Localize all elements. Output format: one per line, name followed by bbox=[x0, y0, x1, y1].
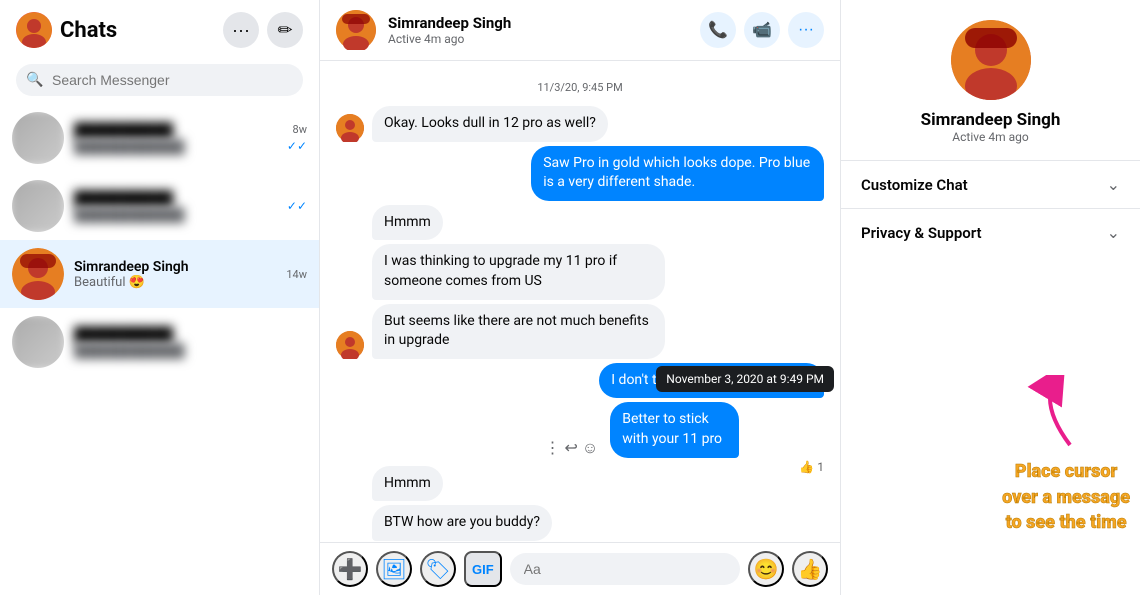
image-button[interactable]: 🖼 bbox=[376, 551, 412, 587]
message-tooltip: November 3, 2020 at 9:49 PM bbox=[656, 366, 834, 392]
reply-icon[interactable]: ↩ bbox=[565, 438, 578, 457]
privacy-support-label: Privacy & Support bbox=[861, 224, 982, 242]
compose-button[interactable]: ✏ bbox=[267, 12, 303, 48]
avatar bbox=[336, 114, 364, 142]
chat-item-name: ██████████ bbox=[74, 122, 277, 139]
message-row: Hmmm bbox=[336, 205, 824, 241]
message-row: But seems like there are not much benefi… bbox=[336, 304, 824, 359]
search-bar: 🔍 bbox=[16, 64, 303, 96]
list-item[interactable]: ██████████ ████████████ 8w ✓✓ bbox=[0, 104, 319, 172]
chevron-down-icon: ⌄ bbox=[1107, 175, 1120, 194]
video-call-button[interactable]: 📹 bbox=[744, 12, 780, 48]
message-bubble: Better to stick with your 11 pro bbox=[610, 402, 738, 457]
chat-item-meta: 14w bbox=[286, 268, 307, 281]
chat-item-name: Simrandeep Singh bbox=[74, 259, 276, 275]
react-icon[interactable]: ☺ bbox=[582, 438, 598, 458]
message-bubble: Hmmm bbox=[372, 466, 443, 502]
chat-item-info: ██████████ ████████████ bbox=[74, 326, 307, 359]
search-input[interactable] bbox=[16, 64, 303, 96]
message-row[interactable]: ⋮ ↩ ☺ November 3, 2020 at 9:49 PM Better… bbox=[336, 402, 824, 457]
chat-item-name: ██████████ bbox=[74, 190, 277, 207]
contact-status: Active 4m ago bbox=[388, 32, 688, 46]
chat-item-info: Simrandeep Singh Beautiful 😍 bbox=[74, 259, 276, 290]
message-input[interactable] bbox=[510, 553, 740, 585]
chat-main: Simrandeep Singh Active 4m ago 📞 📹 ··· 1… bbox=[320, 0, 840, 595]
message-bubble: Okay. Looks dull in 12 pro as well? bbox=[372, 106, 608, 142]
list-item[interactable]: ██████████ ████████████ ✓✓ bbox=[0, 172, 319, 240]
right-panel-avatar bbox=[951, 20, 1031, 100]
more-icon[interactable]: ⋮ bbox=[545, 438, 561, 457]
right-panel-section-privacy: Privacy & Support ⌄ bbox=[841, 208, 1140, 256]
chat-item-meta: ✓✓ bbox=[287, 199, 307, 213]
chat-item-meta: 8w ✓✓ bbox=[287, 123, 307, 153]
attach-button[interactable]: ➕ bbox=[332, 551, 368, 587]
date-separator: 11/3/20, 9:45 PM bbox=[336, 81, 824, 94]
chat-header-actions: 📞 📹 ··· bbox=[700, 12, 824, 48]
chat-item-time: 8w bbox=[293, 123, 307, 136]
annotation-text: Place cursorover a messageto see the tim… bbox=[1002, 459, 1130, 535]
chat-item-info: ██████████ ████████████ bbox=[74, 190, 277, 223]
chat-messages-wrap: 11/3/20, 9:45 PM Okay. Looks dull in 12 … bbox=[320, 61, 840, 542]
avatar bbox=[12, 180, 64, 232]
avatar bbox=[12, 112, 64, 164]
avatar bbox=[12, 248, 64, 300]
contact-avatar bbox=[336, 10, 376, 50]
chat-input-bar: ➕ 🖼 🏷 GIF 😊 👍 bbox=[320, 542, 840, 595]
avatar bbox=[12, 316, 64, 368]
avatar bbox=[336, 331, 364, 359]
message-bubble: Saw Pro in gold which looks dope. Pro bl… bbox=[531, 146, 824, 201]
user-avatar bbox=[16, 12, 52, 48]
chat-item-preview: Beautiful 😍 bbox=[74, 275, 276, 290]
chat-item-preview: ████████████ bbox=[74, 343, 307, 359]
chat-messages: 11/3/20, 9:45 PM Okay. Looks dull in 12 … bbox=[320, 61, 840, 542]
chat-item-preview: ████████████ bbox=[74, 139, 277, 155]
message-row: Hmmm bbox=[336, 466, 824, 502]
read-icon: ✓✓ bbox=[287, 199, 307, 213]
gif-button[interactable]: GIF bbox=[464, 551, 502, 587]
thumbs-up-button[interactable]: 👍 bbox=[792, 551, 828, 587]
more-info-button[interactable]: ··· bbox=[788, 12, 824, 48]
right-panel-section-customize: Customize Chat ⌄ bbox=[841, 160, 1140, 208]
chat-header-info: Simrandeep Singh Active 4m ago bbox=[388, 14, 688, 46]
message-row: Saw Pro in gold which looks dope. Pro bl… bbox=[336, 146, 824, 201]
sticker-button[interactable]: 🏷 bbox=[420, 551, 456, 587]
message-actions: ⋮ ↩ ☺ bbox=[545, 438, 599, 458]
list-item[interactable]: ██████████ ████████████ bbox=[0, 308, 319, 376]
sidebar-actions: ··· ✏ bbox=[223, 12, 303, 48]
more-options-button[interactable]: ··· bbox=[223, 12, 259, 48]
right-panel-name: Simrandeep Singh bbox=[921, 110, 1061, 130]
phone-call-button[interactable]: 📞 bbox=[700, 12, 736, 48]
chevron-down-icon: ⌄ bbox=[1107, 223, 1120, 242]
message-row: Okay. Looks dull in 12 pro as well? bbox=[336, 106, 824, 142]
search-icon: 🔍 bbox=[26, 72, 43, 88]
chat-item-time: 14w bbox=[286, 268, 307, 281]
sidebar-title: Chats bbox=[60, 18, 215, 43]
message-bubble: I was thinking to upgrade my 11 pro if s… bbox=[372, 244, 665, 299]
contact-name: Simrandeep Singh bbox=[388, 14, 688, 32]
read-icon: ✓✓ bbox=[287, 139, 307, 153]
message-row: I was thinking to upgrade my 11 pro if s… bbox=[336, 244, 824, 299]
chat-header: Simrandeep Singh Active 4m ago 📞 📹 ··· bbox=[320, 0, 840, 61]
list-item-simrandeep[interactable]: Simrandeep Singh Beautiful 😍 14w bbox=[0, 240, 319, 308]
sidebar-header: Chats ··· ✏ bbox=[0, 0, 319, 60]
right-panel-status: Active 4m ago bbox=[952, 130, 1028, 144]
chat-item-info: ██████████ ████████████ bbox=[74, 122, 277, 155]
message-bubble: But seems like there are not much benefi… bbox=[372, 304, 665, 359]
chat-list: ██████████ ████████████ 8w ✓✓ ██████████… bbox=[0, 104, 319, 595]
right-panel: Simrandeep Singh Active 4m ago Customize… bbox=[840, 0, 1140, 595]
message-row: BTW how are you buddy? bbox=[336, 505, 824, 541]
privacy-support-row[interactable]: Privacy & Support ⌄ bbox=[841, 209, 1140, 256]
customize-chat-row[interactable]: Customize Chat ⌄ bbox=[841, 161, 1140, 208]
message-bubble: BTW how are you buddy? bbox=[372, 505, 552, 541]
customize-chat-label: Customize Chat bbox=[861, 176, 968, 194]
sidebar: Chats ··· ✏ 🔍 ██████████ ████████████ 8w… bbox=[0, 0, 320, 595]
emoji-button[interactable]: 😊 bbox=[748, 551, 784, 587]
chat-item-name: ██████████ bbox=[74, 326, 307, 343]
message-bubble: Hmmm bbox=[372, 205, 443, 241]
chat-item-preview: ████████████ bbox=[74, 207, 277, 223]
